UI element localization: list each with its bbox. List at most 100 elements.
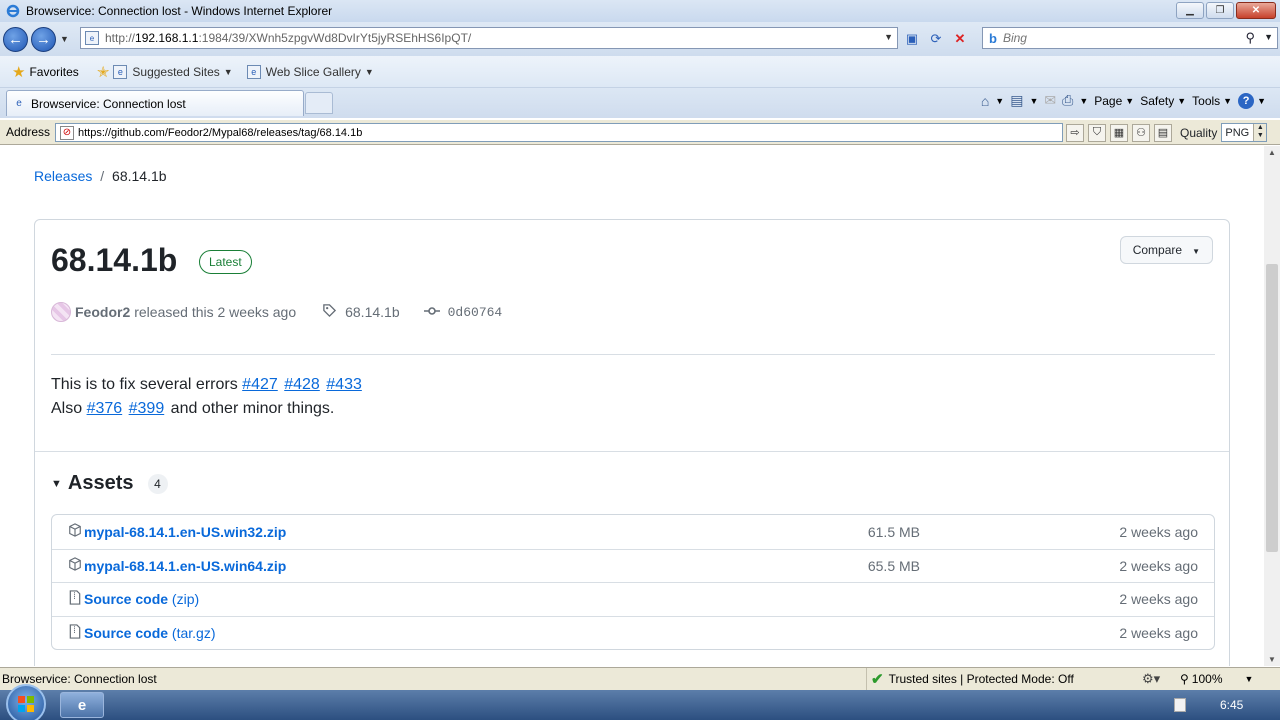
safety-menu[interactable]: Safety ▼ <box>1140 94 1186 108</box>
asset-link[interactable]: mypal-68.14.1.en-US.win32.zip <box>84 524 286 540</box>
mail-icon[interactable]: ✉ <box>1044 92 1056 109</box>
close-button[interactable]: ✕ <box>1236 2 1276 19</box>
package-icon <box>68 557 82 574</box>
page-icon: e <box>16 98 22 109</box>
help-icon: ? <box>1238 92 1255 109</box>
add-to-favorites-bar-icon[interactable]: ✭ <box>97 63 110 81</box>
suggested-sites-link[interactable]: e Suggested Sites ▼ <box>113 64 233 79</box>
search-box[interactable]: b ⚲ ▼ <box>982 27 1278 49</box>
bookmark-icon[interactable]: ⛉ <box>1088 123 1106 142</box>
favorites-button[interactable]: ★ Favorites <box>12 63 79 81</box>
issue-link-428[interactable]: #428 <box>284 376 320 393</box>
tools-menu[interactable]: Tools ▼ <box>1192 94 1232 108</box>
avatar[interactable] <box>51 302 71 322</box>
url-bar[interactable]: e http://192.168.1.1:1984/39/XWnh5zpgvWd… <box>80 27 898 49</box>
zoom-control[interactable]: ⚲ 100% ▼ <box>1180 668 1253 690</box>
chevron-down-icon[interactable]: ▼ <box>1029 96 1038 106</box>
tab-browservice[interactable]: e Browservice: Connection lost <box>6 90 304 116</box>
tab-label: Browservice: Connection lost <box>31 96 186 111</box>
package-icon <box>68 523 82 540</box>
page-icon: e <box>113 64 128 79</box>
print-icon[interactable]: ⎙ <box>1062 92 1073 109</box>
bing-logo-icon: b <box>989 30 997 46</box>
web-slice-gallery-link[interactable]: e Web Slice Gallery ▼ <box>246 64 374 79</box>
go-arrow-icon[interactable]: ⇨ <box>1066 123 1084 142</box>
issue-link-427[interactable]: #427 <box>242 376 278 393</box>
page-menu[interactable]: Page ▼ <box>1094 94 1134 108</box>
restore-button[interactable]: ❐ <box>1206 2 1234 19</box>
breadcrumb: Releases / 68.14.1b <box>34 168 167 184</box>
minimize-button[interactable]: ▁ <box>1176 2 1204 19</box>
release-title[interactable]: 68.14.1b <box>51 242 177 279</box>
save-icon[interactable]: ▦ <box>1110 123 1128 142</box>
asset-size: 61.5 MB <box>867 523 920 540</box>
start-button[interactable] <box>6 684 46 720</box>
assets-header[interactable]: ▼ Assets 4 <box>51 472 168 495</box>
divider <box>35 451 1229 452</box>
address-field[interactable]: ⊘ <box>55 123 1063 142</box>
page-icon: e <box>85 31 99 45</box>
web-slice-gallery-label: Web Slice Gallery <box>265 64 361 79</box>
compare-button[interactable]: Compare ▼ <box>1119 236 1213 264</box>
feeds-icon[interactable]: ▤ <box>1010 92 1023 109</box>
search-input[interactable] <box>1002 31 1243 45</box>
recent-pages-dropdown[interactable]: ▼ <box>60 34 69 44</box>
commit-link[interactable]: 0d60764 <box>448 305 503 320</box>
ie-logo-icon: e <box>77 696 87 714</box>
issue-link-376[interactable]: #376 <box>87 400 123 417</box>
asset-date: 2 weeks ago <box>1119 523 1198 540</box>
release-notes-line-1: This is to fix several errors #427 #428 … <box>51 373 364 397</box>
issue-link-399[interactable]: #399 <box>129 400 165 417</box>
magnifier-icon: ⚲ <box>1180 672 1189 686</box>
stop-icon[interactable]: ✕ <box>950 29 970 49</box>
chevron-down-icon[interactable]: ▼ <box>995 96 1004 106</box>
author-link[interactable]: Feodor2 <box>75 304 130 320</box>
asset-link[interactable]: Source code (zip) <box>84 591 199 607</box>
command-bar: ⌂ ▼ ▤ ▼ ✉ ⎙ ▼ Page ▼ Safety ▼ Tools ▼ ? ▼ <box>981 92 1266 109</box>
forward-button[interactable]: → <box>31 26 56 52</box>
chevron-down-icon: ▼ <box>1244 674 1254 684</box>
scroll-down-icon[interactable]: ▼ <box>1268 655 1276 664</box>
scrollbar-thumb[interactable] <box>1266 264 1278 552</box>
asset-link[interactable]: mypal-68.14.1.en-US.win64.zip <box>84 558 286 574</box>
compatibility-view-icon[interactable]: ▣ <box>902 29 922 49</box>
refresh-icon[interactable]: ⟳ <box>926 29 946 49</box>
find-icon[interactable]: ⚇ <box>1132 123 1150 142</box>
asset-link[interactable]: Source code (tar.gz) <box>84 625 216 641</box>
clock[interactable]: 6:45 <box>1220 698 1243 712</box>
popup-blocker-icon[interactable]: ⚙▾ <box>1142 671 1160 687</box>
taskbar-ie-button[interactable]: e <box>60 692 104 718</box>
issue-link-433[interactable]: #433 <box>326 376 362 393</box>
quality-selector[interactable]: PNG ▲ ▼ <box>1221 123 1268 142</box>
clipboard-icon[interactable]: ▤ <box>1154 123 1172 142</box>
notes-text: Also <box>51 400 83 417</box>
search-options-dropdown[interactable]: ▼ <box>1264 32 1273 42</box>
address-label: Address <box>6 125 51 139</box>
address-input[interactable] <box>78 126 1038 139</box>
page-icon: e <box>246 64 261 79</box>
assets-count-badge: 4 <box>147 473 168 494</box>
help-menu[interactable]: ? ▼ <box>1238 92 1266 109</box>
quality-spinner-icon[interactable]: ▲ ▼ <box>1253 124 1267 141</box>
security-zone[interactable]: ✔ Trusted sites | Protected Mode: Off <box>866 668 1074 690</box>
checkmark-icon: ✔ <box>871 671 884 688</box>
asset-date: 2 weeks ago <box>1119 624 1198 641</box>
asset-size: 65.5 MB <box>867 557 920 574</box>
tag-link[interactable]: 68.14.1b <box>345 304 400 320</box>
ie-logo-icon <box>6 4 20 18</box>
breadcrumb-releases-link[interactable]: Releases <box>34 168 92 184</box>
scroll-up-icon[interactable]: ▲ <box>1268 148 1276 157</box>
url-dropdown-icon[interactable]: ▼ <box>884 32 893 42</box>
vertical-scrollbar[interactable]: ▲ ▼ <box>1264 146 1280 666</box>
favorites-bar: ★ Favorites ✭ e Suggested Sites ▼ e Web … <box>0 56 1280 88</box>
home-icon[interactable]: ⌂ <box>981 93 989 109</box>
page-viewport: Releases / 68.14.1b 68.14.1b Latest Comp… <box>0 146 1264 666</box>
back-button[interactable]: ← <box>3 26 28 52</box>
chevron-down-icon[interactable]: ▼ <box>1079 96 1088 106</box>
breadcrumb-separator: / <box>100 168 105 184</box>
url-text[interactable]: http://192.168.1.1:1984/39/XWnh5zpgvWd8D… <box>105 31 471 45</box>
tray-document-icon[interactable] <box>1174 698 1186 712</box>
new-tab-button[interactable] <box>305 92 333 114</box>
search-icon[interactable]: ⚲ <box>1245 30 1255 46</box>
zone-text: Trusted sites | Protected Mode: Off <box>888 672 1074 686</box>
